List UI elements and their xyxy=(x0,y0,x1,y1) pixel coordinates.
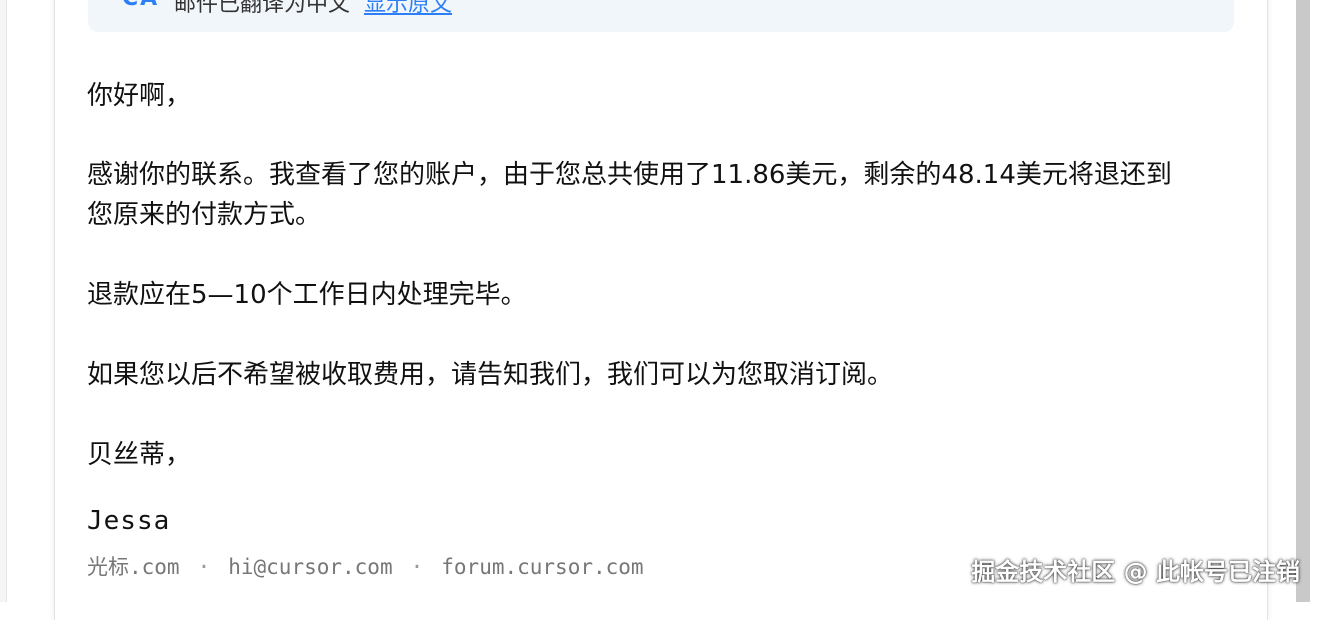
email-closing: 贝丝蒂， xyxy=(87,440,192,470)
footer-links: 光标.com · hi@cursor.com · forum.cursor.com xyxy=(87,551,644,581)
footer-link-email[interactable]: hi@cursor.com xyxy=(228,555,392,579)
email-greeting: 你好啊， xyxy=(87,81,192,111)
footer-link-website[interactable]: 光标.com xyxy=(87,555,180,579)
show-original-link[interactable]: 显示原文 xyxy=(364,0,452,17)
signature-name: Jessa xyxy=(87,506,171,536)
translation-message: 邮件已翻译为中文 显示原文 xyxy=(174,0,452,18)
footer-separator: · xyxy=(410,555,424,579)
translate-icon: CA xyxy=(122,0,159,11)
translation-status-text: 邮件已翻译为中文 xyxy=(174,0,351,17)
footer-link-forum[interactable]: forum.cursor.com xyxy=(441,555,643,579)
scrollbar-thumb[interactable] xyxy=(1296,0,1310,602)
email-paragraph-3: 如果您以后不希望被收取费用，请告知我们，我们可以为您取消订阅。 xyxy=(87,360,894,390)
window-edge xyxy=(0,0,7,602)
footer-separator: · xyxy=(197,555,211,579)
watermark-text: 掘金技术社区 @ 此帐号已注销 xyxy=(971,558,1300,586)
email-paragraph-2: 退款应在5—10个工作日内处理完毕。 xyxy=(87,280,527,310)
email-paragraph-1-line-1: 感谢你的联系。我查看了您的账户，由于您总共使用了11.86美元，剩余的48.14… xyxy=(87,160,1172,190)
email-paragraph-1-line-2: 您原来的付款方式。 xyxy=(87,200,322,230)
